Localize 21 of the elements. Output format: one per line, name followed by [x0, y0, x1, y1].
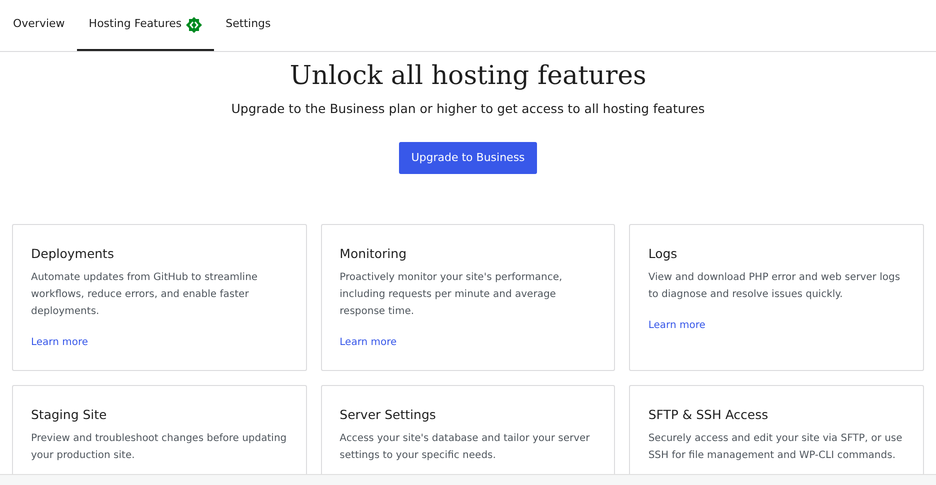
card-description: Automate updates from GitHub to streamline workflows, reduce errors, and enable faster deployments. [31, 270, 259, 319]
page-subtitle: Upgrade to the Business plan or higher to get access to all hosting features [231, 100, 705, 118]
tab[interactable]: Overview [1, 0, 77, 51]
tab[interactable]: Hosting Features [76, 0, 214, 51]
card-description: Access your site's database and tailor your server settings to your specific needs. [340, 432, 591, 463]
page-title: Unlock all hosting features [290, 60, 646, 93]
card-title: Monitoring [340, 244, 408, 263]
card-title: Server Settings [340, 406, 437, 424]
card-description: Preview and troubleshoot changes before updating your production site. [31, 432, 288, 463]
learn-more-link[interactable]: Learn more [340, 334, 397, 350]
learn-more-link[interactable]: Learn more [648, 318, 706, 333]
card-title: Logs [648, 244, 678, 263]
card-description: Proactively monitor your site's performance, including requests per minute and average response time. [340, 270, 564, 319]
card-description: View and download PHP error and web server logs to diagnose and resolve issues quickly. [648, 270, 902, 302]
card-title: Staging Site [31, 406, 108, 424]
learn-more-link[interactable]: Learn more [31, 334, 88, 350]
card-description: Securely access and edit your site via SFTP, or use SSH for file management and WP-CLI commands. [648, 432, 904, 463]
card-title: SFTP & SSH Access [648, 406, 770, 424]
card-title: Deployments [31, 244, 115, 263]
upgrade-button[interactable]: Upgrade to Business [399, 142, 537, 174]
tab[interactable]: Settings [214, 0, 283, 51]
